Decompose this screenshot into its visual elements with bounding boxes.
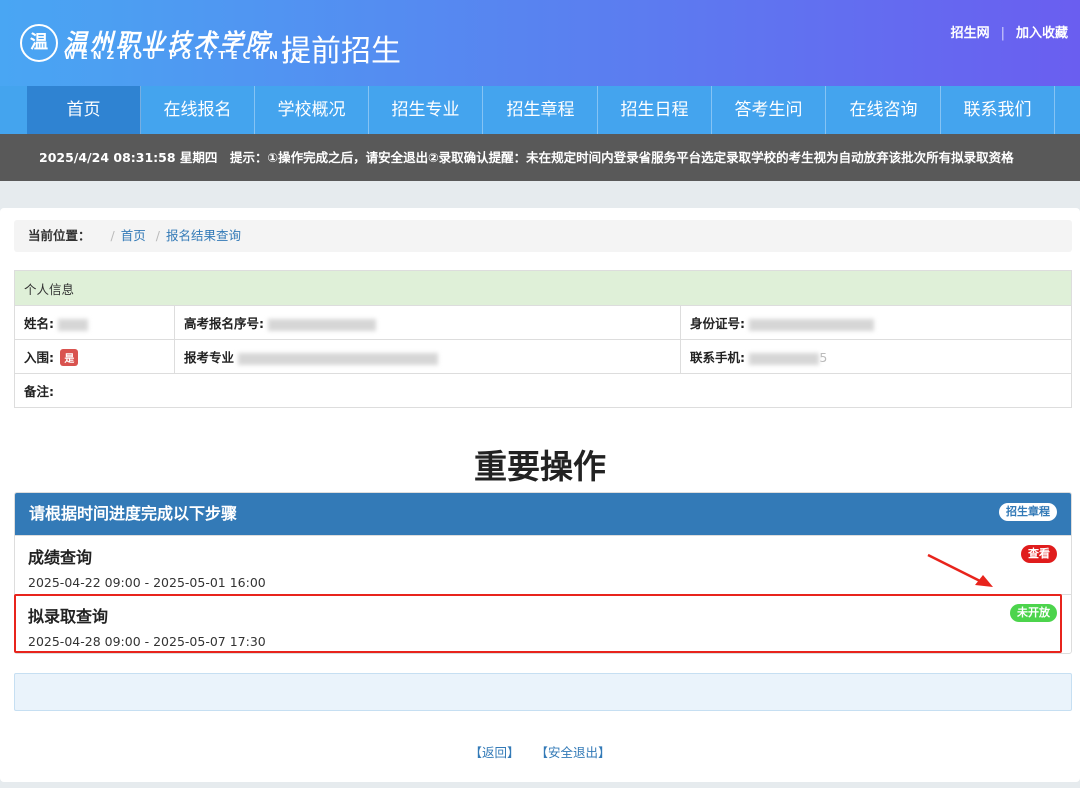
school-name-en: WENZHOU POLYTECHNIC	[64, 50, 305, 62]
main-nav: 首页 在线报名 学校概况 招生专业 招生章程 招生日程 答考生问 在线咨询 联系…	[0, 86, 1080, 134]
nav-item-online-apply[interactable]: 在线报名	[141, 86, 255, 134]
content-panel: 当前位置： / 首页 / 报名结果查询 个人信息 姓名: 高考报名序号: 身份证号:…	[0, 208, 1080, 782]
top-link-separator: |	[1000, 26, 1005, 41]
info-box	[14, 673, 1072, 711]
add-favorite-link[interactable]: 加入收藏	[1016, 26, 1068, 41]
logout-link[interactable]: 【安全退出】	[535, 745, 610, 760]
school-logo-icon: 温	[20, 24, 58, 62]
nav-item-schedule[interactable]: 招生日程	[598, 86, 712, 134]
back-link[interactable]: 【返回】	[469, 745, 519, 760]
notice-tip: 提示：①操作完成之后，请安全退出②录取确认提醒：未在规定时间内登录省服务平台选定…	[230, 150, 1014, 165]
current-datetime: 2025/4/24 08:31:58 星期四	[39, 150, 218, 165]
site-title: 提前招生	[281, 34, 401, 69]
nav-item-charter[interactable]: 招生章程	[484, 86, 598, 134]
nav-item-contact[interactable]: 联系我们	[941, 86, 1055, 134]
nav-item-home[interactable]: 首页	[27, 86, 141, 134]
notice-bar: 2025/4/24 08:31:58 星期四 提示：①操作完成之后，请安全退出②…	[0, 134, 1080, 181]
top-links: 招生网 | 加入收藏	[951, 22, 1068, 41]
nav-item-majors[interactable]: 招生专业	[369, 86, 483, 134]
nav-item-qa[interactable]: 答考生问	[712, 86, 826, 134]
site-header: 温 温州职业技术学院 WENZHOU POLYTECHNIC 提前招生 招生网 |…	[0, 0, 1080, 86]
nav-item-about[interactable]: 学校概况	[255, 86, 369, 134]
admissions-site-link[interactable]: 招生网	[951, 26, 990, 41]
footer-links: 【返回】 【安全退出】	[0, 742, 1080, 761]
nav-item-consult[interactable]: 在线咨询	[827, 86, 941, 134]
